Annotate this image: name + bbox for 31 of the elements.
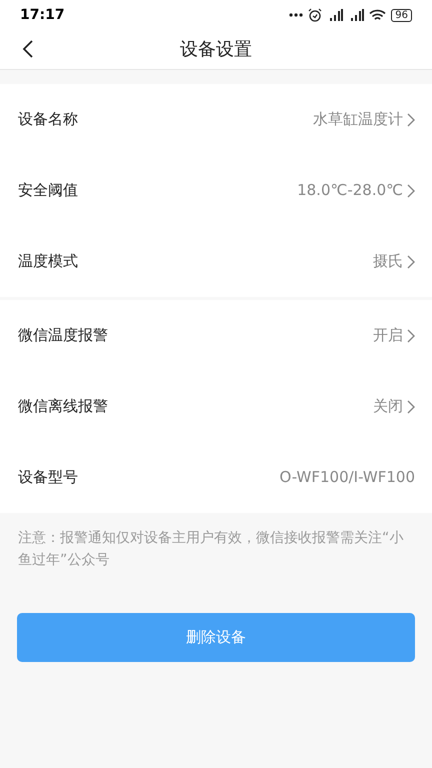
row-value: 摄氏 [373,251,403,272]
settings-row[interactable]: 设备名称 水草缸温度计 [0,84,432,155]
settings-row[interactable]: 安全阈值 18.0℃-28.0℃ [0,155,432,226]
more-dots-icon [289,13,304,17]
notice-text: 注意：报警通知仅对设备主用户有效，微信接收报警需关注“小鱼过年”公众号 [17,529,404,570]
status-time: 17:17 [20,6,65,24]
row-label: 设备名称 [18,109,78,130]
row-value: 开启 [373,325,403,346]
row-label: 微信温度报警 [18,325,108,346]
row-value: 18.0℃-28.0℃ [297,180,403,202]
row-label: 安全阈值 [18,180,78,202]
page-title: 设备设置 [180,38,252,62]
settings-row[interactable]: 温度模式 摄氏 [0,226,432,297]
chevron-right-icon [407,328,415,342]
chevron-right-icon [407,400,415,414]
chevron-right-icon [407,184,415,198]
chevron-right-icon [407,112,415,126]
signal-icon [327,8,344,22]
row-value: O-WF100/I-WF100 [280,467,415,488]
row-label: 微信离线报警 [18,396,108,418]
chevron-right-icon [407,254,415,268]
settings-row[interactable]: 微信温度报警 开启 [0,300,432,371]
wifi-icon [369,8,386,22]
row-value: 水草缸温度计 [313,109,403,130]
signal-icon [348,8,364,22]
settings-row[interactable]: 微信离线报警 关闭 [0,371,432,442]
battery-indicator: 96 [391,8,412,22]
row-label: 设备型号 [18,467,78,488]
row-value: 关闭 [373,396,403,418]
alarm-icon [308,8,322,22]
row-label: 温度模式 [18,251,78,272]
